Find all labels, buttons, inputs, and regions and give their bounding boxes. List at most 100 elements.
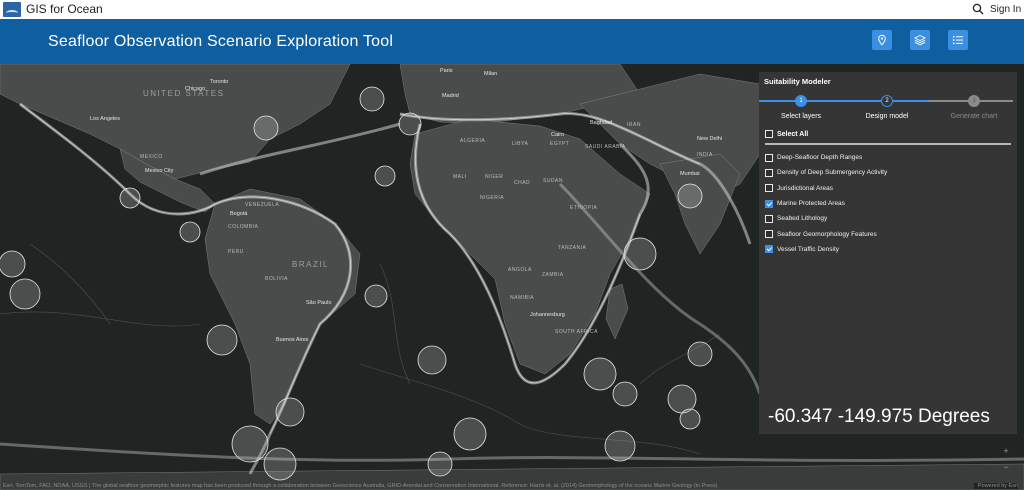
map-attribution: Esri, TomTom, FAO, NOAA, USGS | The glob… [3,483,718,489]
layer-label: Vessel Traffic Density [777,245,840,253]
zoom-out-button[interactable]: − [999,460,1013,474]
map-label: Paris [440,68,453,74]
map-label: SUDAN [543,178,564,184]
mpa-circle [374,165,396,187]
app-header: Seafloor Observation Scenario Exploratio… [0,19,1024,64]
step-3-indicator[interactable]: 3 [968,95,980,107]
layer-item[interactable]: Vessel Traffic Density [765,242,887,257]
map-label: COLOMBIA [228,224,259,230]
mpa-circle [677,183,703,209]
mpa-circle [679,408,701,430]
page-title: Seafloor Observation Scenario Exploratio… [48,33,394,50]
layer-item[interactable]: Density of Deep Submergency Activity [765,165,887,180]
app-title[interactable]: GIS for Ocean [26,2,103,16]
zoom-in-button[interactable]: + [999,444,1013,458]
map-label: ALGERIA [460,138,486,144]
map-label: PERU [228,249,244,255]
map-label: NIGER [485,174,504,180]
checkbox-checked[interactable] [765,199,773,208]
mpa-circle [417,345,447,375]
mpa-circle [687,341,713,367]
layer-item[interactable]: Seafloor Geomorphology Features [765,226,887,241]
map-label: MALI [453,174,467,180]
search-icon[interactable] [972,3,984,15]
layer-item[interactable]: Jurisdictional Areas [765,181,887,196]
mpa-circle [453,417,487,451]
map-label: Mumbai [680,171,700,177]
layer-label: Seabed Lithology [777,215,828,223]
map-label: CHAD [514,180,531,186]
step-1-indicator[interactable]: 1 [795,95,807,107]
map-label: MEXICO [140,154,163,160]
layer-label: Density of Deep Submergency Activity [777,169,888,177]
map-label: Mexico City [145,168,174,174]
map-label: EGYPT [550,141,570,147]
map-label: Johannesburg [530,312,565,318]
mpa-circle [612,381,638,407]
checkbox[interactable] [765,214,773,223]
step-2-indicator[interactable]: 2 [881,95,893,107]
top-bar: GIS for Ocean Sign In [0,0,1024,19]
esri-logo-icon[interactable] [3,2,21,17]
divider [765,143,1011,145]
step-progress-done [759,100,929,102]
layer-label: Deep-Seafloor Depth Ranges [777,154,863,162]
map-label: NAMIBIA [510,295,535,301]
select-all-checkbox[interactable]: Select All [765,130,808,138]
map-label: Toronto [210,79,229,85]
panel-title: Suitability Modeler [764,77,831,86]
mpa-circle [398,112,422,136]
map-label: Baghdad [590,120,613,126]
layer-item[interactable]: Seabed Lithology [765,211,887,226]
map-label: Madrid [442,93,459,99]
checkbox[interactable] [765,168,773,177]
location-pin-icon [878,34,886,46]
map-label: Buenos Aires [276,337,309,343]
map-label: ANGOLA [508,267,532,273]
layer-label: Marine Protected Areas [777,200,845,208]
mpa-circle [604,430,636,462]
checkbox-checked[interactable] [765,245,773,254]
step-2-label[interactable]: Design model [847,113,927,120]
select-all-label: Select All [777,130,809,138]
checkbox[interactable] [765,130,773,138]
map-label: TANZANIA [558,245,587,251]
list-icon [953,36,963,45]
layer-item[interactable]: Deep-Seafloor Depth Ranges [765,150,887,165]
list-button[interactable] [948,30,968,50]
mpa-circle [623,237,657,271]
step-1-label[interactable]: Select layers [761,113,841,120]
step-3-label[interactable]: Generate chart [934,113,1014,120]
checkbox[interactable] [765,230,773,239]
layers-icon [914,34,926,46]
map-label: SAUDI ARABIA [585,144,626,150]
powered-by-esri[interactable]: Powered by Esri [973,483,1018,489]
layer-item[interactable]: Marine Protected Areas [765,196,887,211]
map-label: LIBYA [512,141,529,147]
layer-label: Jurisdictional Areas [777,184,833,192]
map-label: ZAMBIA [542,272,564,278]
map-label: SOUTH AFRICA [555,329,598,335]
mpa-circle [359,86,385,112]
mpa-circle [253,115,279,141]
mpa-circle [583,357,617,391]
layers-button[interactable] [910,30,930,50]
checkbox[interactable] [765,153,773,162]
sign-in-link[interactable]: Sign In [990,4,1021,15]
map-label: São Paulo [306,300,332,306]
map-label: INDIA [697,152,713,158]
checkbox[interactable] [765,184,773,193]
mpa-circle [179,221,201,243]
layer-list: Deep-Seafloor Depth Ranges Density of De… [765,150,887,257]
mpa-circle [263,447,297,481]
mpa-circle [206,324,238,356]
mpa-circle [427,451,453,477]
map-label: ETHIOPIA [570,205,598,211]
layer-label: Seafloor Geomorphology Features [777,230,877,238]
map-label: BRAZIL [292,260,330,269]
mpa-circle [364,284,388,308]
location-pin-button[interactable] [872,30,892,50]
map-label: IRAN [627,122,641,128]
map-label: New Delhi [697,136,723,142]
map-label: Chicago [185,86,206,92]
